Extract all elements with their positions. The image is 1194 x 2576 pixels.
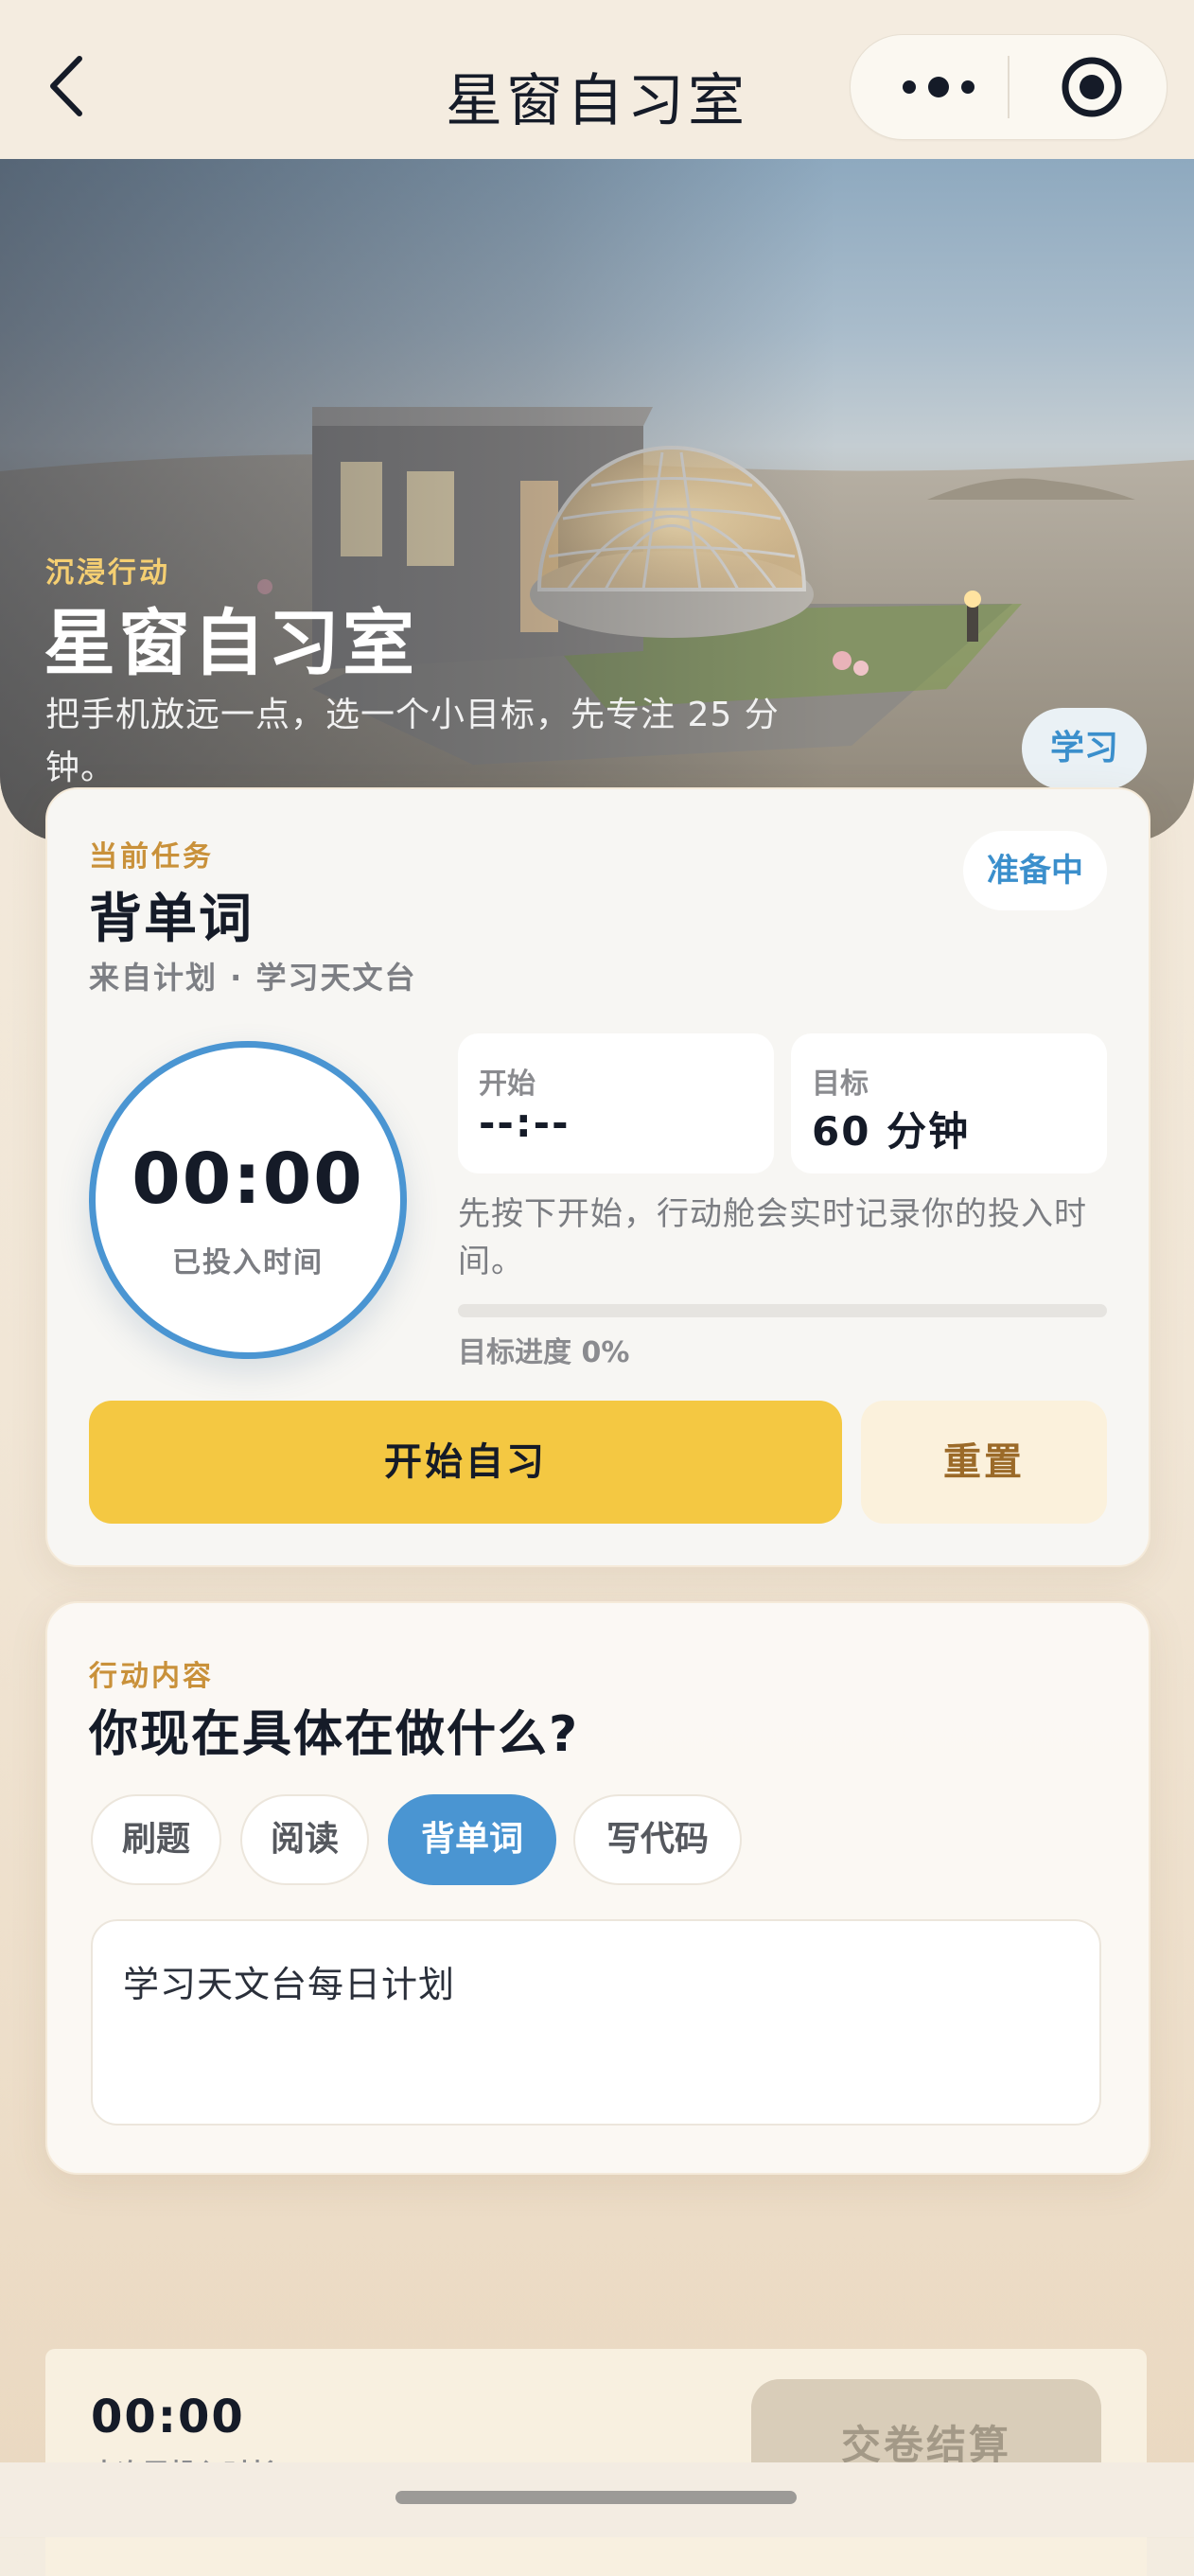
- start-time-box: 开始 --:--: [458, 1033, 774, 1173]
- task-source: 来自计划 · 学习天文台: [89, 960, 417, 996]
- task-title: 背单词: [89, 889, 254, 950]
- start-time-label: 开始: [479, 1067, 536, 1101]
- goal-label: 目标: [812, 1067, 869, 1101]
- activity-note-input[interactable]: 学习天文台每日计划: [91, 1919, 1101, 2126]
- task-eyebrow: 当前任务: [89, 840, 214, 873]
- navigation-bar: 星窗自习室: [0, 0, 1194, 159]
- elapsed-timer-label: 已投入时间: [172, 1246, 324, 1279]
- target-circle-icon[interactable]: [1061, 56, 1123, 118]
- goal-progress-bar: [458, 1304, 1107, 1317]
- home-indicator[interactable]: [395, 2491, 797, 2504]
- activity-card: 行动内容 你现在具体在做什么? 刷题 阅读 背单词 写代码 学习天文台每日计划: [45, 1601, 1150, 2175]
- activity-eyebrow: 行动内容: [89, 1660, 214, 1693]
- reset-button[interactable]: 重置: [861, 1401, 1107, 1524]
- mini-program-capsule: [850, 34, 1168, 140]
- activity-note-text: 学习天文台每日计划: [123, 1964, 456, 2005]
- status-badge: 准备中: [963, 831, 1107, 910]
- activity-question: 你现在具体在做什么?: [89, 1706, 580, 1763]
- chip-practice[interactable]: 刷题: [91, 1794, 221, 1885]
- more-dots-icon[interactable]: [896, 71, 981, 103]
- chip-coding[interactable]: 写代码: [573, 1794, 742, 1885]
- goal-value: 60 分钟: [812, 1108, 971, 1155]
- chip-reading[interactable]: 阅读: [240, 1794, 369, 1885]
- chip-vocabulary[interactable]: 背单词: [388, 1794, 556, 1885]
- category-tag[interactable]: 学习: [1022, 708, 1147, 789]
- hero-title: 星窗自习室: [44, 601, 417, 685]
- capsule-divider: [1008, 56, 1010, 118]
- elapsed-timer-ring: 00:00 已投入时间: [89, 1041, 407, 1359]
- goal-progress-label: 目标进度 0%: [458, 1336, 630, 1369]
- hero-banner: 沉浸行动 星窗自习室 把手机放远一点，选一个小目标，先专注 25 分钟。 学习: [0, 159, 1194, 842]
- timer-hint: 先按下开始，行动舱会实时记录你的投入时间。: [458, 1195, 1087, 1280]
- start-study-button[interactable]: 开始自习: [89, 1401, 842, 1524]
- elapsed-timer-value: 00:00: [132, 1138, 364, 1220]
- hero-description: 把手机放远一点，选一个小目标，先专注 25 分钟。: [45, 696, 780, 787]
- bottom-timer: 00:00: [91, 2391, 245, 2444]
- start-time-value: --:--: [479, 1100, 571, 1146]
- goal-box: 目标 60 分钟: [791, 1033, 1107, 1173]
- current-task-card: 当前任务 准备中 背单词 来自计划 · 学习天文台 00:00 已投入时间 开始…: [45, 787, 1150, 1567]
